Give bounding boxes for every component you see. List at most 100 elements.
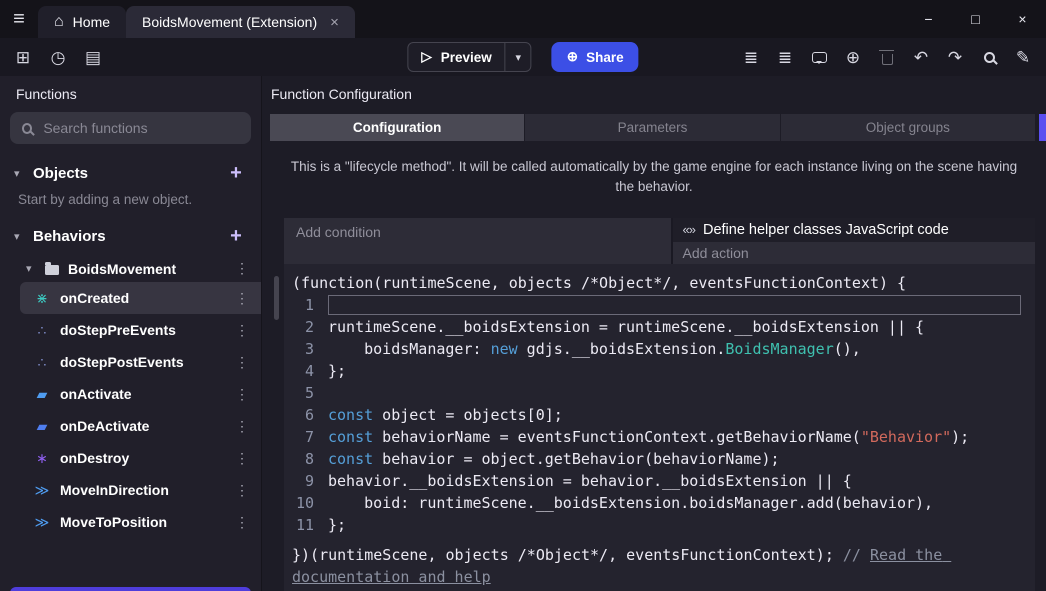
magnifier-shape (984, 52, 995, 63)
function-item-onDestroy[interactable]: ∗ onDestroy ⋮ (20, 442, 261, 474)
add-object-button[interactable]: + (225, 163, 247, 183)
kebab-menu-icon[interactable]: ⋮ (235, 290, 249, 307)
share-button[interactable]: ⊕ Share (552, 42, 639, 72)
caret-down-icon[interactable]: ▾ (26, 262, 36, 275)
code-lines: 12runtimeScene.__boidsExtension = runtim… (292, 294, 1035, 536)
kebab-menu-icon[interactable]: ⋮ (235, 386, 249, 403)
close-button[interactable]: × (999, 0, 1046, 38)
lifecycle-method-description: This is a "lifecycle method". It will be… (274, 157, 1034, 198)
function-item-onDeActivate[interactable]: ▰onDeActivate⋮ (20, 410, 261, 442)
line-number: 5 (292, 382, 328, 404)
caret-down-icon[interactable]: ▾ (14, 167, 24, 180)
function-label: doStepPreEvents (60, 322, 176, 338)
code-text: }; (328, 514, 346, 536)
behavior-folder-boidsmovement[interactable]: ▾ BoidsMovement ⋮ (0, 255, 261, 282)
preview-button[interactable]: ▷ Preview ▾ (407, 42, 531, 72)
tab-configuration[interactable]: Configuration (270, 114, 525, 141)
kebab-menu-icon[interactable]: ⋮ (235, 450, 249, 467)
preview-dropdown-button[interactable]: ▾ (505, 43, 531, 71)
MoveToPosition-icon: ≫ (34, 514, 50, 531)
add-action-cell[interactable]: Add action (673, 242, 1036, 264)
history-icon[interactable]: ◷ (49, 48, 67, 66)
code-line: 2runtimeScene.__boidsExtension = runtime… (292, 316, 1035, 338)
maximize-button[interactable]: □ (952, 0, 999, 38)
titlebar: ≡ ⌂ Home BoidsMovement (Extension) × − □… (0, 0, 1046, 38)
redo-icon[interactable]: ↷ (946, 48, 964, 66)
js-code-icon: «» (683, 222, 695, 237)
search-functions-input[interactable] (43, 120, 239, 136)
onDestroy-icon: ∗ (34, 450, 50, 467)
objects-section-label: Objects (33, 165, 88, 182)
events-editor: Add condition «» Define helper classes J… (270, 218, 1035, 591)
add-condition-cell[interactable]: Add condition (284, 218, 673, 264)
project-manager-icon[interactable]: ⊞ (14, 48, 32, 66)
function-item-onActivate[interactable]: ▰onActivate⋮ (20, 378, 261, 410)
add-circle-icon[interactable]: ⊕ (844, 48, 862, 66)
instances-list-icon[interactable]: ≣ (742, 48, 760, 66)
preview-button-main[interactable]: ▷ Preview (408, 49, 504, 65)
theme-edit-icon[interactable]: ✎ (1014, 48, 1032, 66)
minimize-button[interactable]: − (905, 0, 952, 38)
objects-section-header[interactable]: ▾ Objects + (0, 154, 261, 192)
undo-icon[interactable]: ↶ (912, 48, 930, 66)
events-gutter (270, 218, 284, 591)
home-icon: ⌂ (54, 13, 64, 31)
onDeActivate-icon: ▰ (34, 418, 50, 435)
close-tab-icon[interactable]: × (330, 14, 339, 31)
add-new-function-button[interactable]: + Add a new function (10, 587, 251, 591)
js-event-label: Define helper classes JavaScript code (703, 222, 949, 238)
kebab-menu-icon[interactable]: ⋮ (235, 260, 249, 277)
code-text: const behaviorName = eventsFunctionConte… (328, 426, 969, 448)
kebab-menu-icon[interactable]: ⋮ (235, 354, 249, 371)
objects-list-icon[interactable]: ≣ (776, 48, 794, 66)
function-item-MoveInDirection[interactable]: ≫MoveInDirection⋮ (20, 474, 261, 506)
kebab-menu-icon[interactable]: ⋮ (235, 322, 249, 339)
tab-object-groups[interactable]: Object groups (781, 114, 1036, 141)
save-icon[interactable]: ▤ (84, 48, 102, 66)
line-number: 6 (292, 404, 328, 426)
line-number: 3 (292, 338, 328, 360)
configuration-tabs: Configuration Parameters Object groups (270, 114, 1036, 141)
event-drag-handle[interactable] (274, 276, 279, 320)
code-edit-box[interactable] (328, 295, 1021, 315)
code-text: const object = objects[0]; (328, 404, 563, 426)
comment-icon[interactable] (810, 48, 828, 66)
tab-boidsmovement-extension[interactable]: BoidsMovement (Extension) × (126, 6, 355, 38)
search-icon[interactable] (980, 48, 998, 66)
chevron-down-icon: ▾ (516, 51, 522, 64)
function-label: onDestroy (60, 450, 129, 466)
tab-parameters[interactable]: Parameters (525, 114, 780, 141)
code-line: 7const behaviorName = eventsFunctionCont… (292, 426, 1035, 448)
kebab-menu-icon[interactable]: ⋮ (235, 482, 249, 499)
trash-icon[interactable] (878, 48, 896, 66)
tab-home-label: Home (73, 14, 110, 30)
add-behavior-button[interactable]: + (225, 226, 247, 246)
search-functions-box[interactable] (10, 112, 251, 144)
kebab-menu-icon[interactable]: ⋮ (235, 418, 249, 435)
js-event-title[interactable]: «» Define helper classes JavaScript code (673, 218, 1036, 242)
function-item-MoveToPosition[interactable]: ≫ MoveToPosition ⋮ (20, 506, 261, 538)
toolbar-left-group: ⊞ ◷ ▤ (14, 48, 102, 66)
caret-down-icon[interactable]: ▾ (14, 230, 24, 243)
trash-can-shape (882, 54, 893, 65)
code-line: 8const behavior = object.getBehavior(beh… (292, 448, 1035, 470)
kebab-menu-icon[interactable]: ⋮ (235, 514, 249, 531)
behaviors-section-header[interactable]: ▾ Behaviors + (0, 217, 261, 255)
function-item-doStepPreEvents[interactable]: ∴doStepPreEvents⋮ (20, 314, 261, 346)
code-text: }; (328, 360, 346, 382)
function-label: onCreated (60, 290, 129, 306)
onActivate-icon: ▰ (34, 386, 50, 403)
code-footer-text: })(runtimeScene, objects /*Object*/, eve… (292, 546, 843, 564)
line-number: 8 (292, 448, 328, 470)
hamburger-menu-icon[interactable]: ≡ (0, 0, 38, 38)
functions-sidebar: Functions ▾ Objects + Start by adding a … (0, 76, 262, 591)
function-item-onCreated[interactable]: ⋇onCreated⋮ (20, 282, 261, 314)
share-label: Share (586, 50, 624, 65)
js-code-event: Add condition «» Define helper classes J… (284, 218, 1035, 591)
js-code-editor[interactable]: (function(runtimeScene, objects /*Object… (284, 264, 1035, 591)
line-number: 2 (292, 316, 328, 338)
function-label: MoveToPosition (60, 514, 167, 530)
function-item-doStepPostEvents[interactable]: ∴doStepPostEvents⋮ (20, 346, 261, 378)
functions-list: ⋇onCreated⋮∴doStepPreEvents⋮∴doStepPostE… (0, 282, 261, 538)
tab-home[interactable]: ⌂ Home (38, 6, 126, 38)
